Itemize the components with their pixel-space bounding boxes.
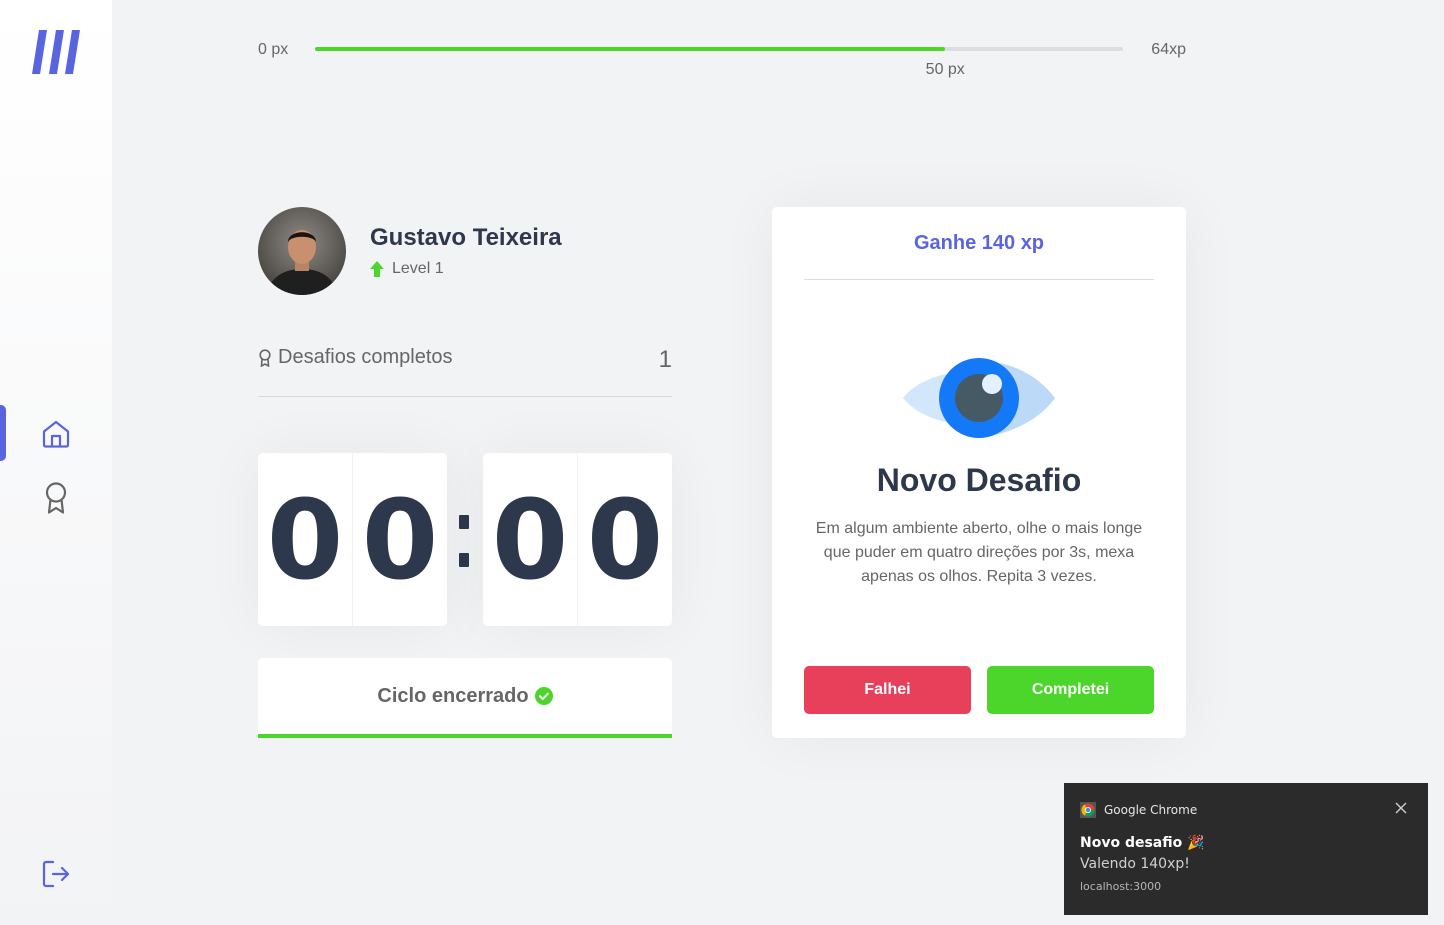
challenge-title: Novo Desafio — [876, 462, 1082, 498]
moveit-logo-icon — [32, 30, 80, 74]
countdown-minutes: 0 0 — [258, 453, 447, 626]
active-nav-indicator — [0, 405, 6, 461]
challenge-card: Ganhe 140 xp Novo Desafio Em algum ambie… — [772, 207, 1186, 738]
avatar — [258, 207, 346, 295]
close-icon[interactable] — [1394, 801, 1408, 815]
profile-name: Gustavo Teixeira — [370, 224, 562, 251]
complete-button[interactable]: Completei — [987, 666, 1154, 714]
xp-track — [315, 47, 1123, 51]
completed-challenges: Desafios completos 1 — [258, 346, 672, 397]
chrome-notification[interactable]: Google Chrome Novo desafio 🎉 Valendo 140… — [1064, 783, 1428, 915]
xp-max-label: 64xp — [1151, 41, 1186, 58]
completed-challenges-label: Desafios completos — [278, 346, 453, 368]
chrome-icon — [1080, 802, 1096, 818]
level-label: Level 1 — [392, 260, 444, 277]
countdown-seconds: 0 0 — [483, 453, 672, 626]
logout-icon — [42, 860, 70, 888]
logout-button[interactable] — [40, 858, 72, 890]
notification-header: Google Chrome — [1080, 802, 1197, 818]
notification-app-name: Google Chrome — [1104, 803, 1198, 817]
challenge-description: Em algum ambiente aberto, olhe o mais lo… — [815, 520, 1143, 585]
xp-fill — [315, 47, 946, 51]
cycle-button-label: Ciclo encerrado — [377, 684, 529, 707]
level-up-arrow-icon — [370, 261, 384, 277]
notification-body: Valendo 140xp! — [1080, 856, 1190, 872]
completed-challenges-count: 1 — [658, 346, 672, 373]
experience-bar: 0 px 50 px 64xp — [258, 38, 1186, 82]
eye-icon — [903, 358, 1055, 438]
minute-digit-left: 0 — [258, 453, 353, 626]
notification-title: Novo desafio 🎉 — [1080, 835, 1205, 851]
xp-min-label: 0 px — [258, 41, 289, 58]
home-icon — [42, 420, 70, 448]
xp-current-label: 50 px — [925, 61, 965, 78]
award-icon — [259, 348, 271, 367]
award-icon — [45, 482, 67, 514]
challenge-xp-header: Ganhe 140 xp — [804, 207, 1154, 280]
countdown-colon — [457, 515, 471, 571]
second-digit-right: 0 — [586, 475, 664, 604]
second-digit-left: 0 — [483, 453, 578, 626]
minute-digit-right: 0 — [361, 475, 439, 604]
nav-award-button[interactable] — [40, 482, 72, 514]
level-row: Level 1 — [370, 260, 444, 278]
completed-challenges-label-row: Desafios completos — [258, 346, 453, 369]
check-circle-icon — [534, 687, 553, 705]
notification-source: localhost:3000 — [1080, 880, 1162, 893]
nav-home-button[interactable] — [40, 418, 72, 450]
sidebar — [0, 0, 112, 925]
fail-button[interactable]: Falhei — [804, 666, 971, 714]
cycle-ended-button[interactable]: Ciclo encerrado — [258, 658, 672, 738]
